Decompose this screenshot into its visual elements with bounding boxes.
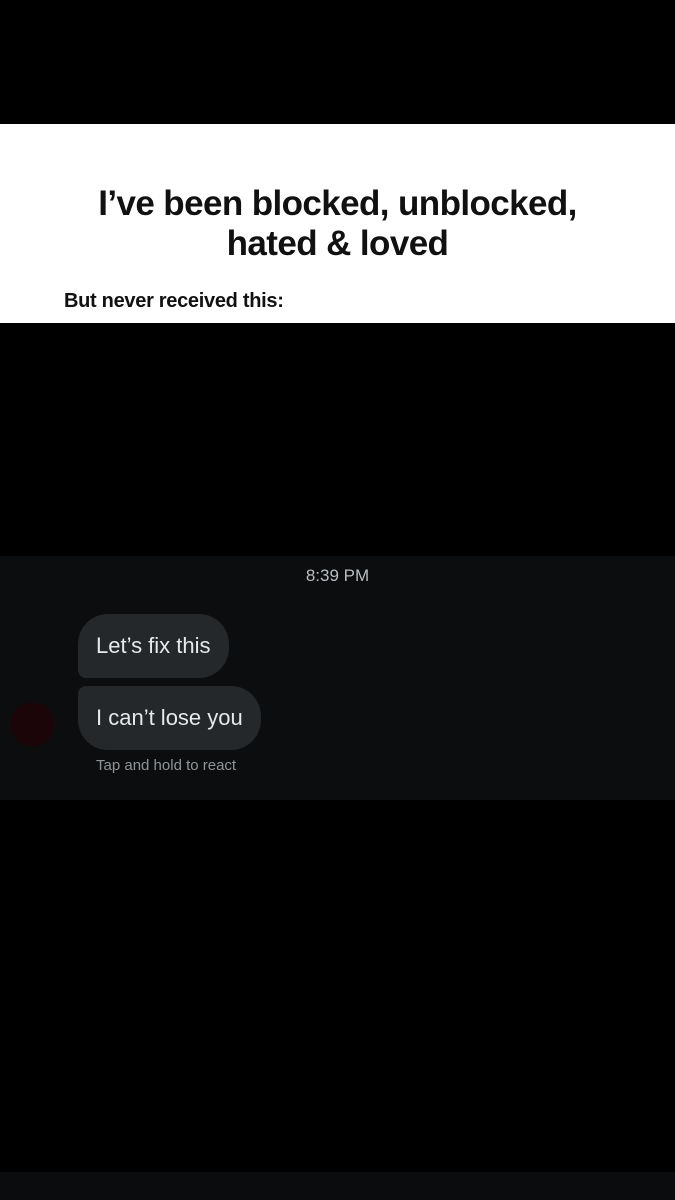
caption-subline: But never received this: xyxy=(64,290,284,312)
caption-headline: I’ve been blocked, unblocked, hated & lo… xyxy=(0,184,675,264)
react-hint: Tap and hold to react xyxy=(96,757,237,774)
message-text: Let’s fix this xyxy=(96,633,211,658)
message-timestamp: 8:39 PM xyxy=(305,566,370,585)
headline-line-2: hated & loved xyxy=(226,224,449,263)
caption-card: I’ve been blocked, unblocked, hated & lo… xyxy=(0,124,675,323)
sender-avatar[interactable] xyxy=(10,702,54,746)
headline-line-1: I’ve been blocked, unblocked, xyxy=(98,184,577,223)
message-bubble[interactable]: Let’s fix this xyxy=(78,614,229,678)
bottom-bar xyxy=(0,1172,675,1200)
message-text: I can’t lose you xyxy=(96,705,243,730)
chat-screenshot: 8:39 PM Let’s fix this I can’t lose you … xyxy=(0,556,675,800)
message-bubble[interactable]: I can’t lose you xyxy=(78,686,261,750)
